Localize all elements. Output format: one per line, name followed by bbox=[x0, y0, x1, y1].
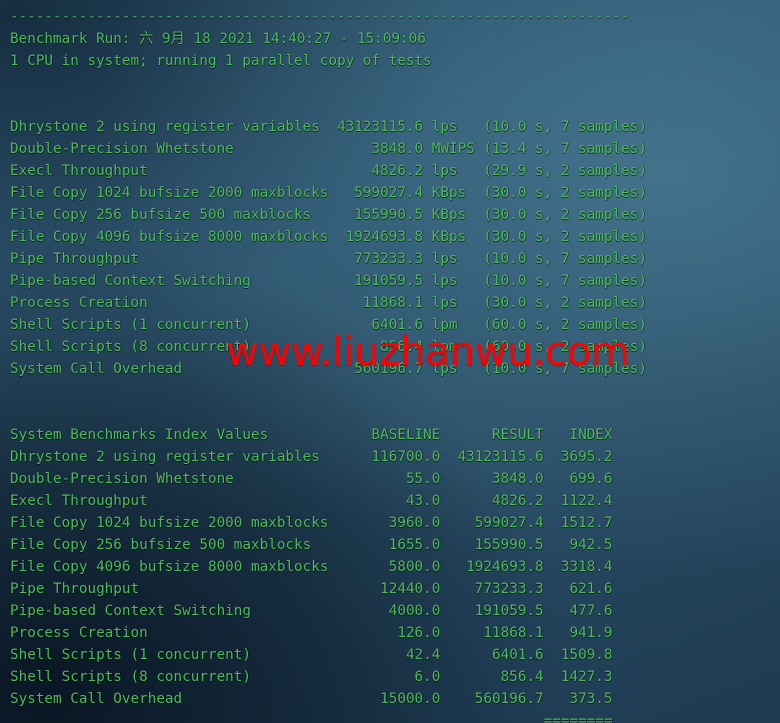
result-line: Pipe Throughput 773233.3 lps (10.0 s, 7 … bbox=[10, 251, 647, 267]
result-line: File Copy 1024 bufsize 2000 maxblocks 59… bbox=[10, 185, 647, 201]
result-line: File Copy 256 bufsize 500 maxblocks 1559… bbox=[10, 207, 647, 223]
watermark-text: www.liuzhanwu.com bbox=[226, 329, 630, 375]
index-table-row: File Copy 256 bufsize 500 maxblocks 1655… bbox=[10, 537, 613, 553]
index-table-row: Dhrystone 2 using register variables 116… bbox=[10, 449, 613, 465]
index-table-row: Pipe-based Context Switching 4000.0 1910… bbox=[10, 603, 613, 619]
index-table-row: System Call Overhead 15000.0 560196.7 37… bbox=[10, 691, 613, 707]
index-table-row: Double-Precision Whetstone 55.0 3848.0 6… bbox=[10, 471, 613, 487]
terminal-screenshot: ----------------------------------------… bbox=[0, 0, 780, 723]
index-total-rule: ======== bbox=[10, 713, 613, 723]
result-line: Process Creation 11868.1 lps (30.0 s, 2 … bbox=[10, 295, 647, 311]
result-line: Execl Throughput 4826.2 lps (29.9 s, 2 s… bbox=[10, 163, 647, 179]
index-table-row: Shell Scripts (1 concurrent) 42.4 6401.6… bbox=[10, 647, 613, 663]
benchmark-run-line: Benchmark Run: 六 9月 18 2021 14:40:27 - 1… bbox=[10, 31, 426, 47]
cpu-info-line: 1 CPU in system; running 1 parallel copy… bbox=[10, 53, 432, 69]
index-table-row: File Copy 1024 bufsize 2000 maxblocks 39… bbox=[10, 515, 613, 531]
index-table-header: System Benchmarks Index Values BASELINE … bbox=[10, 427, 613, 443]
result-line: File Copy 4096 bufsize 8000 maxblocks 19… bbox=[10, 229, 647, 245]
result-line: Pipe-based Context Switching 191059.5 lp… bbox=[10, 273, 647, 289]
result-line: Dhrystone 2 using register variables 431… bbox=[10, 119, 647, 135]
index-table-row: File Copy 4096 bufsize 8000 maxblocks 58… bbox=[10, 559, 613, 575]
separator-rule: ----------------------------------------… bbox=[10, 9, 630, 25]
result-line: Double-Precision Whetstone 3848.0 MWIPS … bbox=[10, 141, 647, 157]
index-table-row: Pipe Throughput 12440.0 773233.3 621.6 bbox=[10, 581, 613, 597]
index-table-row: Shell Scripts (8 concurrent) 6.0 856.4 1… bbox=[10, 669, 613, 685]
index-table-row: Execl Throughput 43.0 4826.2 1122.4 bbox=[10, 493, 613, 509]
index-table-row: Process Creation 126.0 11868.1 941.9 bbox=[10, 625, 613, 641]
